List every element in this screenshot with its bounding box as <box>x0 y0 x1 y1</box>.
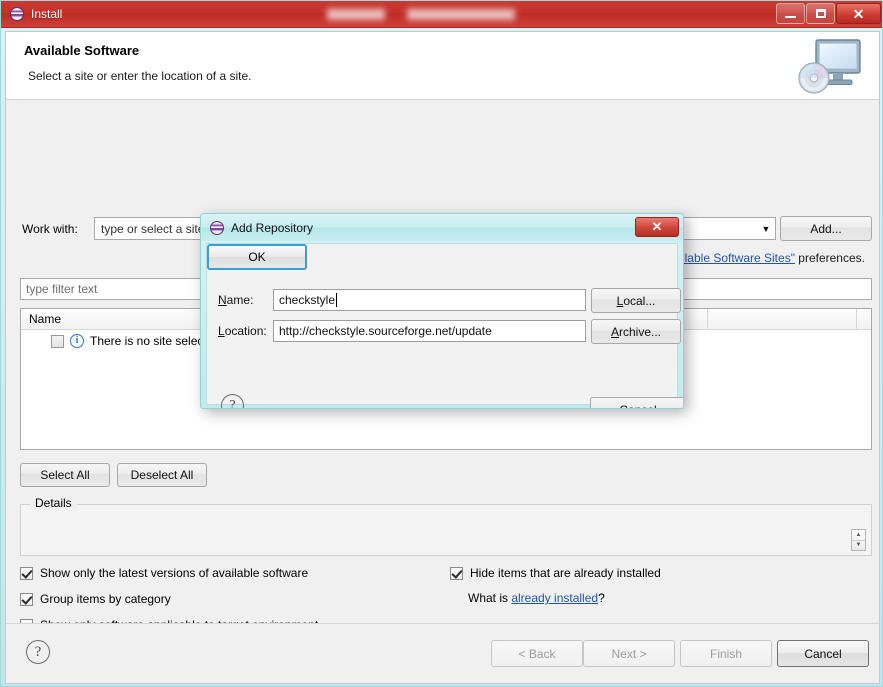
back-button[interactable]: < Back <box>491 640 583 667</box>
local-button[interactable]: Local... <box>591 288 681 313</box>
details-group: ▲ ▼ <box>20 504 872 556</box>
window-title-bar: Install ✕ <box>1 1 882 28</box>
dialog-title: Add Repository <box>231 220 314 235</box>
dialog-close-button[interactable]: ✕ <box>635 217 679 237</box>
close-icon: ✕ <box>852 5 865 22</box>
option-latest-versions[interactable]: Show only the latest versions of availab… <box>20 566 308 580</box>
dialog-body: Name: checkstyle Location: http://checks… <box>206 243 683 408</box>
eclipse-sphere-icon <box>10 7 24 21</box>
deselect-all-button[interactable]: Deselect All <box>117 463 207 487</box>
dialog-help-icon[interactable]: ? <box>221 394 244 408</box>
location-label: Location: <box>218 324 267 338</box>
checkbox-latest-versions[interactable] <box>20 566 33 580</box>
wizard-footer: ? < Back Next > Finish Cancel <box>6 623 879 683</box>
name-label-mnemonic: N <box>218 293 227 307</box>
text-caret <box>336 293 338 307</box>
location-label-mnemonic: L <box>218 324 225 338</box>
name-label: Name: <box>218 293 253 307</box>
option-label: Hide items that are already installed <box>470 566 661 580</box>
redacted-title-text <box>327 8 516 20</box>
already-installed-link[interactable]: already installed <box>511 591 598 605</box>
work-with-label: Work with: <box>22 222 78 236</box>
wizard-header: Available Software Select a site or ente… <box>6 32 879 100</box>
name-input[interactable]: checkstyle <box>273 289 586 311</box>
dialog-cancel-button[interactable]: Cancel <box>590 397 683 408</box>
minimize-icon <box>785 15 796 18</box>
page-subtitle: Select a site or enter the location of a… <box>28 69 252 83</box>
close-icon: ✕ <box>651 219 663 234</box>
table-row[interactable]: i There is no site selected. <box>21 334 223 348</box>
what-is-prefix: What is <box>468 591 512 605</box>
spinner-down-icon[interactable]: ▼ <box>852 539 865 551</box>
details-spinner[interactable]: ▲ ▼ <box>851 529 866 551</box>
local-button-rest: ocal... <box>623 293 656 308</box>
location-input[interactable]: http://checkstyle.sourceforge.net/update <box>273 320 586 342</box>
archive-button[interactable]: Archive... <box>591 319 681 344</box>
name-input-value: checkstyle <box>279 293 336 307</box>
close-button[interactable]: ✕ <box>836 3 881 24</box>
archive-button-mnemonic: A <box>610 324 619 339</box>
window-controls: ✕ <box>776 3 881 24</box>
location-label-rest: ocation: <box>224 324 267 338</box>
archive-button-rest: rchive... <box>619 324 662 339</box>
add-repository-dialog: Add Repository ✕ Name: checkstyle Locati… <box>200 213 684 409</box>
cancel-button[interactable]: Cancel <box>777 640 869 667</box>
help-icon[interactable]: ? <box>26 640 50 664</box>
option-hide-installed[interactable]: Hide items that are already installed <box>450 566 661 580</box>
what-is-installed-text: What is already installed? <box>468 591 605 605</box>
what-is-suffix: ? <box>598 591 605 605</box>
redacted-text-a <box>327 8 386 20</box>
checkbox-group-by-category[interactable] <box>20 592 33 606</box>
page-title: Available Software <box>24 43 140 58</box>
spinner-up-icon[interactable]: ▲ <box>852 530 865 540</box>
row-checkbox[interactable] <box>51 334 64 348</box>
eclipse-sphere-icon <box>210 220 224 235</box>
location-input-value: http://checkstyle.sourceforge.net/update <box>279 324 492 338</box>
monitor-disc-icon <box>798 39 861 94</box>
maximize-icon <box>815 9 826 18</box>
maximize-button[interactable] <box>806 3 835 24</box>
add-button[interactable]: Add... <box>780 216 872 241</box>
info-icon: i <box>70 334 84 348</box>
option-label: Show only the latest versions of availab… <box>40 566 309 580</box>
install-window: Install ✕ Available Software Select a si… <box>0 0 883 687</box>
option-label: Group items by category <box>40 592 171 606</box>
window-title: Install <box>31 7 63 21</box>
local-button-mnemonic: L <box>616 293 624 308</box>
next-button[interactable]: Next > <box>583 640 675 667</box>
ok-button[interactable]: OK <box>207 244 307 270</box>
tree-column-divider[interactable] <box>707 309 708 329</box>
redacted-text-b <box>407 8 516 20</box>
tree-column-name[interactable]: Name <box>21 312 61 326</box>
option-group-by-category[interactable]: Group items by category <box>20 592 171 606</box>
minimize-button[interactable] <box>776 3 805 24</box>
find-more-suffix: preferences. <box>794 251 865 265</box>
select-all-button[interactable]: Select All <box>20 463 110 487</box>
filter-placeholder: type filter text <box>26 282 98 296</box>
tree-column-divider-2[interactable] <box>856 309 857 329</box>
chevron-down-icon[interactable]: ▼ <box>757 224 775 234</box>
finish-button[interactable]: Finish <box>680 640 772 667</box>
details-legend: Details <box>30 496 77 510</box>
checkbox-hide-installed[interactable] <box>450 566 463 580</box>
dialog-title-bar: Add Repository ✕ <box>201 214 683 241</box>
name-label-rest: ame: <box>226 293 254 307</box>
